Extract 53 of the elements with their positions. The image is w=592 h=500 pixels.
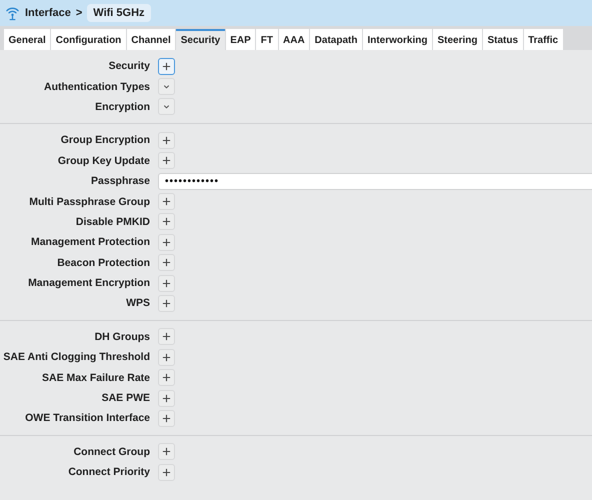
plus-icon [162,414,171,423]
tab[interactable]: Steering [432,29,482,50]
plus-icon [162,278,171,288]
tab[interactable]: Traffic [524,29,563,50]
plus-icon [162,197,171,206]
plus-icon [162,156,171,166]
field-label: Disable PMKID [74,216,151,228]
tab[interactable]: Status [483,29,523,50]
plus-icon [162,352,171,362]
plus-icon [162,468,171,477]
field-label: Group Encryption [60,134,151,146]
field-label: Connect Priority [67,466,151,478]
plus-icon [162,447,171,456]
tab[interactable]: Datapath [310,29,362,50]
plus-icon [162,238,171,247]
tab[interactable]: Interworking [362,29,432,50]
field-label: SAE Anti Clogging Threshold [2,351,151,364]
plus-icon [162,373,171,382]
plus-icon [162,258,171,268]
breadcrumb-current: Wifi 5GHz [87,4,151,22]
tab[interactable]: Channel [126,29,176,50]
tab[interactable]: Configuration [51,29,126,50]
tab[interactable]: FT [256,29,278,50]
tab[interactable]: EAP [226,29,256,50]
tab[interactable]: AAA [278,29,310,50]
tab[interactable]: Security [176,29,225,50]
tab[interactable]: General [4,29,50,50]
field-label: SAE Max Failure Rate [41,372,151,384]
field-label: SAE PWE [100,392,151,404]
field-label: Encryption [94,100,151,113]
field-label: Passphrase [90,175,151,188]
plus-icon [162,136,171,145]
field-label: DH Groups [94,330,151,343]
field-label: OWE Transition Interface [24,412,151,424]
passphrase-field[interactable]: •••••••••••• [158,172,592,190]
plus-icon [162,298,171,308]
wifi-icon [5,5,20,21]
field-label: Management Protection [30,236,151,248]
breadcrumb-link[interactable]: Interface [25,7,71,19]
plus-icon [162,332,171,342]
field-label: Connect Group [72,446,151,458]
plus-icon [162,217,171,226]
field-label: Security [108,60,151,72]
field-label: Beacon Protection [56,256,151,269]
add-button[interactable] [158,58,175,75]
plus-icon [162,394,171,403]
field-label: Group Key Update [56,154,151,167]
field-label: Management Encryption [27,277,151,290]
field-label: Multi Passphrase Group [28,196,151,208]
plus-icon [162,62,171,71]
field-label: Authentication Types [43,80,151,93]
breadcrumb-separator: > [76,7,82,19]
field-label: WPS [125,297,151,310]
